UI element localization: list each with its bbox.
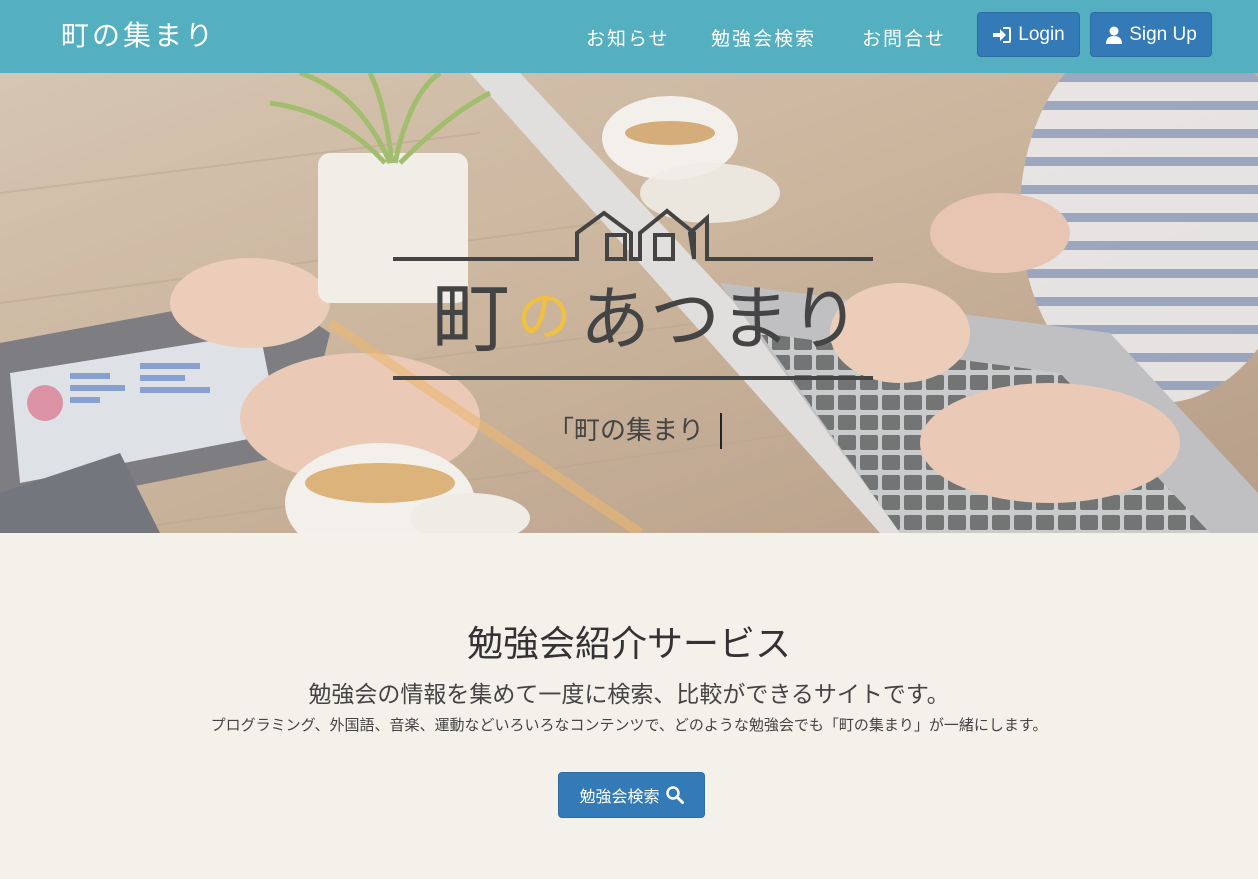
hero-logo-text-2: の	[517, 285, 571, 348]
hero-logo: 町 の あつまり 「町の集まり	[393, 208, 873, 449]
hero-logo-text-1: 町	[432, 274, 510, 364]
main-content: 勉強会紹介サービス 勉強会の情報を集めて一度に検索、比較ができるサイトです。 プ…	[0, 533, 1258, 879]
study-search-label: 勉強会検索	[579, 787, 660, 806]
nav-study-search[interactable]: 勉強会検索	[711, 24, 816, 51]
login-label: Login	[1018, 23, 1065, 45]
page-title: 勉強会紹介サービス	[466, 624, 791, 665]
nav-contact[interactable]: お問合せ	[862, 24, 946, 51]
nav-news[interactable]: お知らせ	[586, 24, 670, 51]
navbar: 町の集まり お知らせ 勉強会検索 お問合せ Login Sign Up	[0, 0, 1258, 73]
user-icon	[1106, 26, 1123, 44]
page-subtitle: 勉強会の情報を集めて一度に検索、比較ができるサイトです。	[308, 682, 950, 708]
hero-logo-text-3: あつまり	[580, 278, 860, 360]
search-icon	[665, 786, 684, 804]
signup-button[interactable]: Sign Up	[1090, 12, 1212, 57]
hero-typed-text: 「町の集まり	[548, 416, 704, 446]
house-roof-icon	[393, 208, 873, 261]
brand-logo[interactable]: 町の集まり	[61, 14, 216, 54]
login-button[interactable]: Login	[977, 12, 1080, 57]
hero-banner: 町 の あつまり 「町の集まり	[0, 73, 1258, 533]
page-description: プログラミング、外国語、音楽、運動などいろいろなコンテンツで、どのような勉強会で…	[210, 716, 1048, 734]
study-search-button[interactable]: 勉強会検索	[558, 772, 705, 818]
signup-label: Sign Up	[1129, 23, 1197, 45]
login-icon	[993, 26, 1012, 43]
